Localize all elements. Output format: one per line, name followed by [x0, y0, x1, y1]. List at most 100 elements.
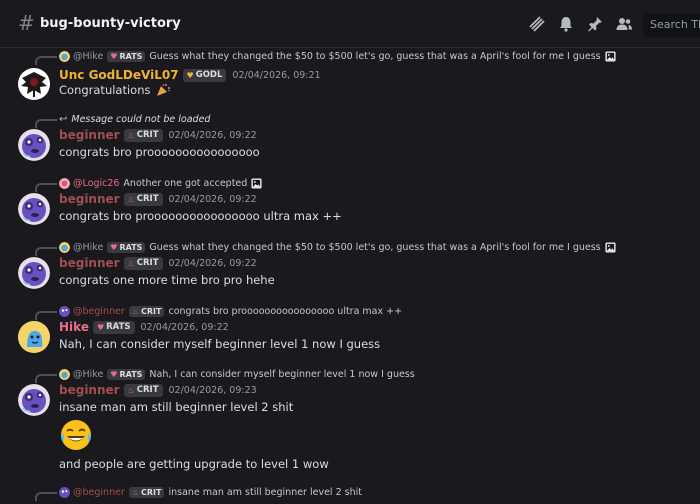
reply-avatar: [59, 369, 70, 380]
heart-icon: ♥: [186, 70, 194, 80]
reply-preview[interactable]: @beginner ♨ CRIT congrats bro prooooooooo…: [59, 304, 402, 318]
message-text: and people are getting upgrade to level …: [59, 457, 329, 471]
reply-preview[interactable]: @Hike ♥ RATS Nah, I can consider myself b…: [59, 367, 415, 381]
role-tag: ♥ RATS: [107, 368, 146, 380]
channel-header: # bug-bounty-victory Search The: [0, 0, 700, 48]
username[interactable]: beginner: [59, 255, 120, 271]
reply-author[interactable]: @Hike: [73, 242, 103, 253]
timestamp: 02/04/2026, 09:22: [140, 321, 229, 333]
timestamp: 02/04/2026, 09:23: [168, 384, 257, 396]
heart-icon: ♥: [110, 369, 118, 379]
role-tag: ♨ CRIT: [123, 192, 163, 206]
reply-avatar: [59, 51, 70, 62]
message-text: congrats bro proooooooooooooooo ultra ma…: [59, 209, 342, 223]
reply-spine: [35, 247, 57, 256]
pin-icon[interactable]: [586, 15, 604, 33]
flame-icon: ♨: [127, 194, 135, 204]
timestamp: 02/04/2026, 09:21: [232, 69, 321, 81]
message-text: Nah, I can consider myself beginner leve…: [59, 337, 381, 351]
avatar[interactable]: [18, 384, 50, 416]
avatar[interactable]: [18, 193, 50, 225]
heart-icon: ♥: [110, 242, 118, 252]
reply-spine: [35, 374, 57, 383]
message-header: Unc GodLDeViL07 ♥ GODL 02/04/2026, 09:21: [59, 67, 321, 83]
message-header: beginner ♨ CRIT 02/04/2026, 09:23: [59, 382, 257, 398]
avatar[interactable]: [18, 321, 50, 353]
role-tag: ♨ CRIT: [123, 256, 163, 270]
search-input[interactable]: Search The: [643, 13, 700, 37]
flame-icon: ♨: [127, 130, 135, 140]
timestamp: 02/04/2026, 09:22: [168, 257, 257, 269]
avatar[interactable]: [18, 129, 50, 161]
reply-avatar: [59, 242, 70, 253]
username[interactable]: Unc GodLDeViL07: [59, 67, 179, 83]
reply-spine: [35, 119, 57, 128]
role-tag: ♥ GODL: [182, 68, 227, 82]
username[interactable]: beginner: [59, 382, 120, 398]
role-tag: ♥ RATS: [92, 320, 135, 334]
reply-text: congrats bro proooooooooooooooo ultra ma…: [168, 305, 403, 317]
role-tag: ♥ RATS: [107, 50, 146, 62]
members-icon[interactable]: [615, 15, 633, 33]
reply-text: Nah, I can consider myself beginner leve…: [149, 368, 415, 380]
message-text: Congratulations: [59, 82, 171, 98]
reply-avatar: [59, 178, 70, 189]
reply-text: Another one got accepted: [123, 177, 248, 189]
channel-name: bug-bounty-victory: [40, 16, 181, 31]
reply-avatar: [59, 306, 70, 317]
reply-preview[interactable]: @Logic26 Another one got accepted: [59, 176, 262, 190]
reply-author[interactable]: @Hike: [73, 369, 103, 380]
message-text: congrats bro proooooooooooooooo: [59, 145, 260, 159]
image-icon: [251, 178, 262, 189]
timestamp: 02/04/2026, 09:22: [168, 193, 257, 205]
reply-preview[interactable]: @Hike ♥ RATS Guess what they changed the …: [59, 49, 616, 63]
reply-preview[interactable]: @beginner ♨ CRIT insane man am still begi…: [59, 485, 362, 499]
message-text: congrats one more time bro pro hehe: [59, 273, 275, 287]
reply-author[interactable]: @beginner: [73, 306, 125, 317]
message-header: beginner ♨ CRIT 02/04/2026, 09:22: [59, 191, 257, 207]
reply-author[interactable]: @beginner: [73, 487, 125, 498]
reply-preview[interactable]: @Hike ♥ RATS Guess what they changed the …: [59, 240, 616, 254]
reply-text: Guess what they changed the $50 to $500 …: [149, 241, 601, 253]
reply-author[interactable]: @Hike: [73, 51, 103, 62]
reply-spine: [35, 492, 57, 501]
role-tag: ♨ CRIT: [123, 128, 163, 142]
role-tag: ♨ CRIT: [123, 383, 163, 397]
message-header: beginner ♨ CRIT 02/04/2026, 09:22: [59, 255, 257, 271]
username[interactable]: beginner: [59, 127, 120, 143]
avatar[interactable]: [18, 68, 50, 100]
username[interactable]: beginner: [59, 191, 120, 207]
laughing-crying-emoji: [61, 420, 91, 450]
reply-author[interactable]: @Logic26: [73, 178, 119, 189]
message-header: Hike ♥ RATS 02/04/2026, 09:22: [59, 319, 229, 335]
flame-icon: ♨: [127, 385, 135, 395]
threads-icon[interactable]: [528, 15, 546, 33]
reply-spine: [35, 311, 57, 320]
reply-text: Guess what they changed the $50 to $500 …: [149, 50, 601, 62]
reply-spine: [35, 183, 57, 192]
image-icon: [605, 51, 616, 62]
timestamp: 02/04/2026, 09:22: [168, 129, 257, 141]
reply-arrow-icon: ↩: [59, 113, 68, 125]
username[interactable]: Hike: [59, 319, 89, 335]
bell-icon[interactable]: [557, 15, 575, 33]
reply-spine: [35, 56, 57, 65]
message-text: insane man am still beginner level 2 shi…: [59, 400, 294, 414]
reply-preview[interactable]: ↩ Message could not be loaded: [59, 112, 210, 126]
reply-text: Message could not be loaded: [71, 113, 211, 125]
role-tag: ♨ CRIT: [128, 305, 165, 317]
role-tag: ♨ CRIT: [128, 486, 165, 498]
reply-avatar: [59, 487, 70, 498]
reply-text: insane man am still beginner level 2 shi…: [168, 486, 362, 498]
heart-icon: ♥: [96, 322, 105, 332]
flame-icon: ♨: [131, 306, 140, 316]
party-popper-icon: [156, 83, 170, 96]
heart-icon: ♥: [110, 51, 118, 61]
message-list: @Hike ♥ RATS Guess what they changed the …: [0, 48, 700, 504]
avatar[interactable]: [18, 257, 50, 289]
flame-icon: ♨: [127, 258, 135, 268]
role-tag: ♥ RATS: [107, 241, 146, 253]
hash-icon: #: [18, 11, 35, 35]
flame-icon: ♨: [131, 487, 140, 497]
image-icon: [605, 242, 616, 253]
